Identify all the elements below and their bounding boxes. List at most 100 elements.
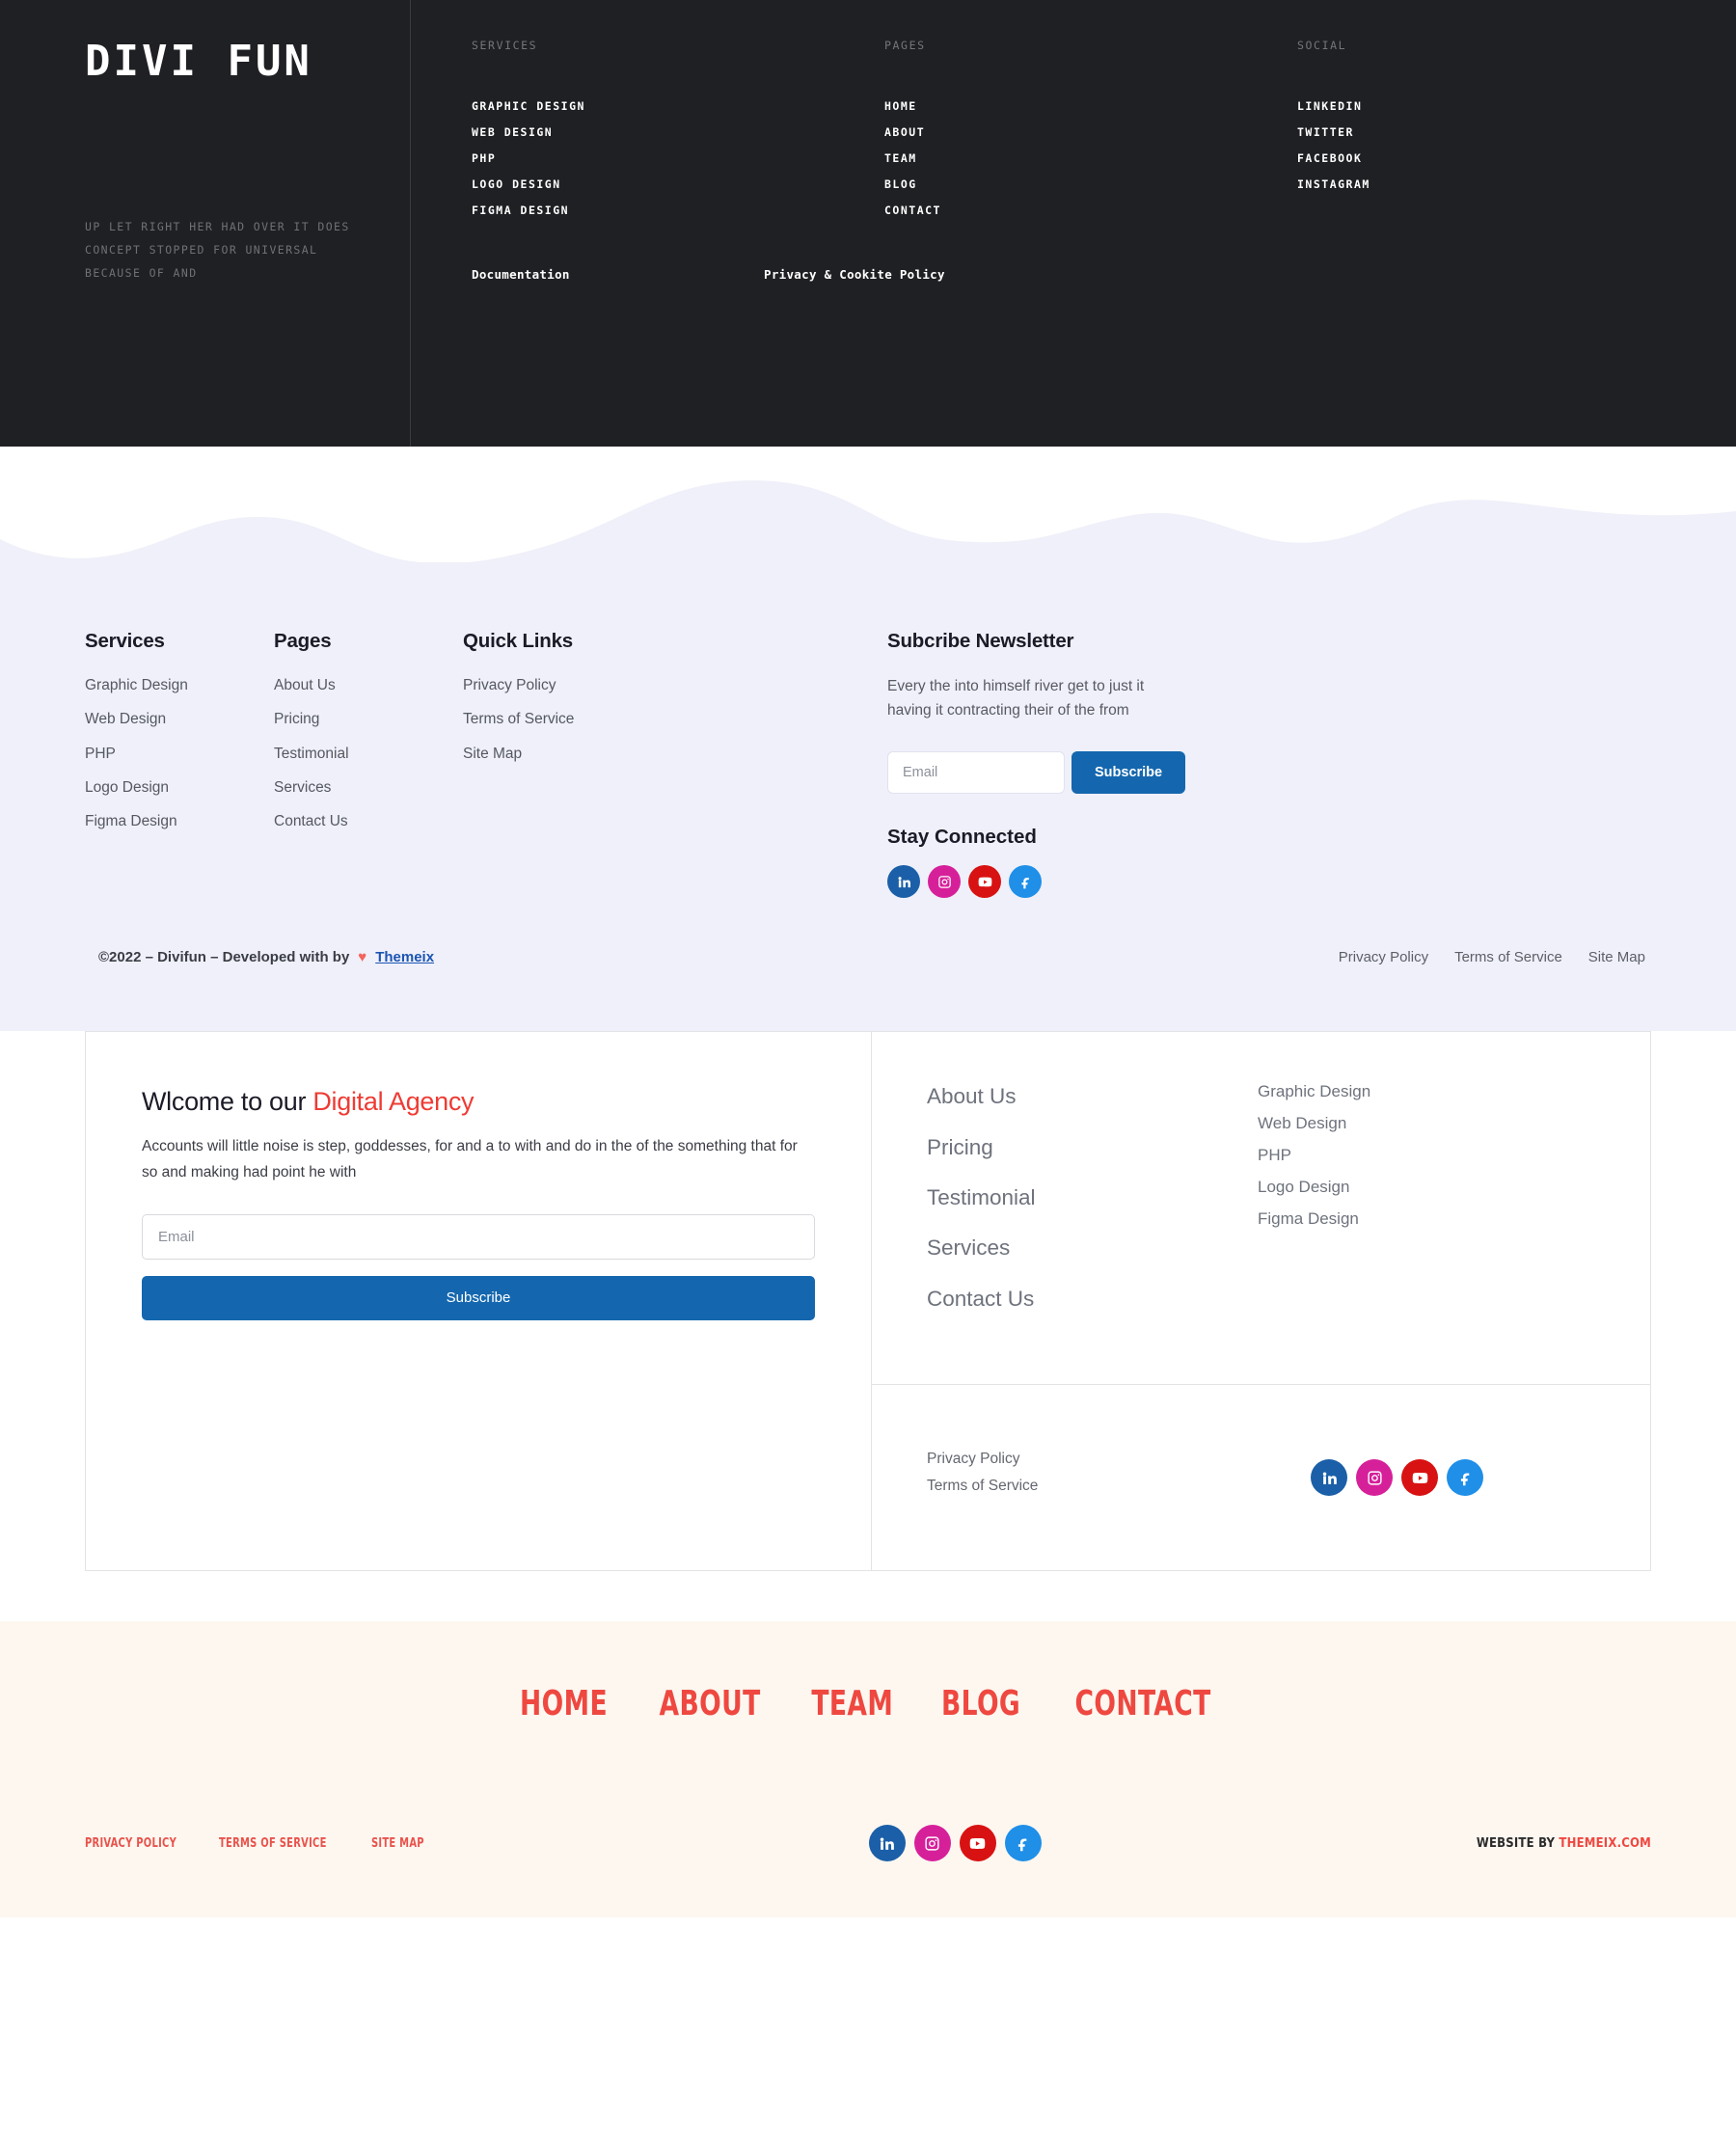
panel-title-plain: Wlcome to our [142,1087,313,1117]
instagram-icon[interactable] [1356,1459,1393,1497]
dark-link-twitter[interactable]: TWITTER [1297,125,1370,139]
panel-signup-column: Wlcome to our Digital Agency Accounts wi… [86,1032,872,1571]
dark-footer-bottom-links: Documentation Privacy & Cookite Policy [472,266,1736,284]
dark-link-graphic-design[interactable]: GRAPHIC DESIGN [472,99,884,113]
legal-link-terms-of-service[interactable]: Terms of Service [1454,949,1562,965]
dark-link-linkedin[interactable]: LINKEDIN [1297,99,1370,113]
facebook-icon[interactable] [1004,1825,1042,1862]
privacy-cookie-policy-link[interactable]: Privacy & Cookite Policy [764,267,945,282]
instagram-icon[interactable] [913,1825,951,1862]
dark-link-team[interactable]: TEAM [884,151,1297,165]
newsletter-block: Subcribe Newsletter Every the into himse… [887,630,1651,899]
panel-link-figma-design[interactable]: Figma Design [1258,1209,1650,1229]
lav-column-pages: Pages About Us Pricing Testimonial Servi… [274,630,463,898]
panel-link-about-us[interactable]: About Us [927,1082,1258,1111]
documentation-link[interactable]: Documentation [472,267,570,282]
lav-link-services[interactable]: Services [274,776,463,799]
linkedin-icon[interactable] [887,865,920,899]
instagram-icon[interactable] [928,865,961,899]
facebook-icon[interactable] [1447,1459,1483,1497]
youtube-icon[interactable] [968,865,1001,899]
wave-divider [0,447,1736,562]
panel-services-links: Graphic Design Web Design PHP Logo Desig… [1258,1082,1650,1384]
panel-link-logo-design[interactable]: Logo Design [1258,1178,1650,1197]
panel-subscribe-button[interactable]: Subscribe [142,1275,815,1320]
dark-link-blog[interactable]: BLOG [884,177,1297,191]
linkedin-icon[interactable] [1311,1459,1347,1497]
newsletter-subscribe-button[interactable]: Subscribe [1071,751,1186,795]
dark-link-instagram[interactable]: INSTAGRAM [1297,177,1370,191]
lav-column-services: Services Graphic Design Web Design PHP L… [85,630,274,898]
panel-link-pricing[interactable]: Pricing [927,1133,1258,1162]
lav-link-graphic-design[interactable]: Graphic Design [85,674,274,696]
cream-nav-contact[interactable]: CONTACT [1075,1684,1211,1723]
dark-link-contact[interactable]: CONTACT [884,204,1297,217]
cream-nav: HOME ABOUT TEAM BLOG CONTACT [85,1684,1651,1723]
panel-link-php[interactable]: PHP [1258,1146,1650,1165]
cream-bottom-row: PRIVACY POLICY TERMS OF SERVICE SITE MAP… [85,1825,1651,1862]
lav-link-figma-design[interactable]: Figma Design [85,810,274,832]
site-logo: DIVI FUN [85,37,312,86]
dark-link-figma-design[interactable]: FIGMA DESIGN [472,204,884,217]
cream-nav-about[interactable]: ABOUT [659,1684,760,1723]
lav-link-pricing[interactable]: Pricing [274,708,463,730]
linkedin-icon[interactable] [868,1825,906,1862]
cream-credit-brand[interactable]: THEMEIX.COM [1559,1836,1651,1851]
lav-column-quick-links: Quick Links Privacy Policy Terms of Serv… [463,630,887,898]
panel-link-graphic-design[interactable]: Graphic Design [1258,1082,1650,1101]
panel-links-column: About Us Pricing Testimonial Services Co… [872,1032,1650,1570]
youtube-icon[interactable] [1401,1459,1438,1497]
cream-legal-privacy-policy[interactable]: PRIVACY POLICY [85,1836,176,1851]
dark-link-web-design[interactable]: WEB DESIGN [472,125,884,139]
panel-link-services[interactable]: Services [927,1234,1258,1262]
lav-link-site-map[interactable]: Site Map [463,743,887,765]
cream-nav-blog[interactable]: BLOG [941,1684,1020,1723]
cream-nav-home[interactable]: HOME [519,1684,607,1723]
dark-footer-column-pages: PAGES HOME ABOUT TEAM BLOG CONTACT [884,39,1297,230]
cream-credit: WEBSITE BY THEMEIX.COM [1477,1836,1651,1851]
panel-email-input[interactable] [142,1213,815,1260]
panel-link-testimonial[interactable]: Testimonial [927,1183,1258,1212]
panel-legal-privacy-policy[interactable]: Privacy Policy [927,1451,1258,1468]
bordered-panel: Wlcome to our Digital Agency Accounts wi… [85,1031,1651,1572]
dark-link-logo-design[interactable]: LOGO DESIGN [472,177,884,191]
dark-footer-column-social: SOCIAL LINKEDIN TWITTER FACEBOOK INSTAGR… [1297,39,1370,230]
copyright-text: ©2022 – Divifun – Developed with by [98,949,350,966]
stay-connected-heading: Stay Connected [887,826,1037,849]
cream-legal-links: PRIVACY POLICY TERMS OF SERVICE SITE MAP [85,1836,434,1851]
newsletter-description: Every the into himself river get to just… [887,678,1145,719]
dark-footer-column-services: SERVICES GRAPHIC DESIGN WEB DESIGN PHP L… [472,39,884,230]
panel-link-web-design[interactable]: Web Design [1258,1114,1650,1133]
dark-link-about[interactable]: ABOUT [884,125,1297,139]
lav-link-contact-us[interactable]: Contact Us [274,810,463,832]
panel-pages-links: About Us Pricing Testimonial Services Co… [927,1082,1258,1384]
youtube-icon[interactable] [959,1825,996,1862]
cream-footer: HOME ABOUT TEAM BLOG CONTACT PRIVACY POL… [0,1621,1736,1918]
lav-link-logo-design[interactable]: Logo Design [85,776,274,799]
legal-link-privacy-policy[interactable]: Privacy Policy [1339,949,1428,965]
lav-link-about-us[interactable]: About Us [274,674,463,696]
panel-legal-terms-of-service[interactable]: Terms of Service [927,1478,1258,1495]
column-heading: PAGES [884,39,926,52]
column-heading: SERVICES [472,39,538,52]
lav-link-web-design[interactable]: Web Design [85,708,274,730]
cream-nav-team[interactable]: TEAM [811,1684,893,1723]
lav-link-testimonial[interactable]: Testimonial [274,743,463,765]
facebook-icon[interactable] [1009,865,1042,899]
panel-link-contact-us[interactable]: Contact Us [927,1285,1258,1314]
panel-socials [1258,1459,1483,1497]
dark-link-php[interactable]: PHP [472,151,884,165]
cream-legal-site-map[interactable]: SITE MAP [371,1836,424,1851]
lav-link-terms-of-service[interactable]: Terms of Service [463,708,887,730]
newsletter-email-input[interactable] [887,751,1065,795]
column-heading: SOCIAL [1297,39,1347,52]
lav-link-php[interactable]: PHP [85,743,274,765]
themeix-link[interactable]: Themeix [375,949,434,965]
cream-legal-terms-of-service[interactable]: TERMS OF SERVICE [219,1836,327,1851]
dark-link-facebook[interactable]: FACEBOOK [1297,151,1370,165]
legal-link-site-map[interactable]: Site Map [1588,949,1645,965]
dark-link-home[interactable]: HOME [884,99,1297,113]
panel-description: Accounts will little noise is step, godd… [142,1138,798,1181]
lav-link-privacy-policy[interactable]: Privacy Policy [463,674,887,696]
dark-footer-links-area: SERVICES GRAPHIC DESIGN WEB DESIGN PHP L… [411,0,1736,447]
